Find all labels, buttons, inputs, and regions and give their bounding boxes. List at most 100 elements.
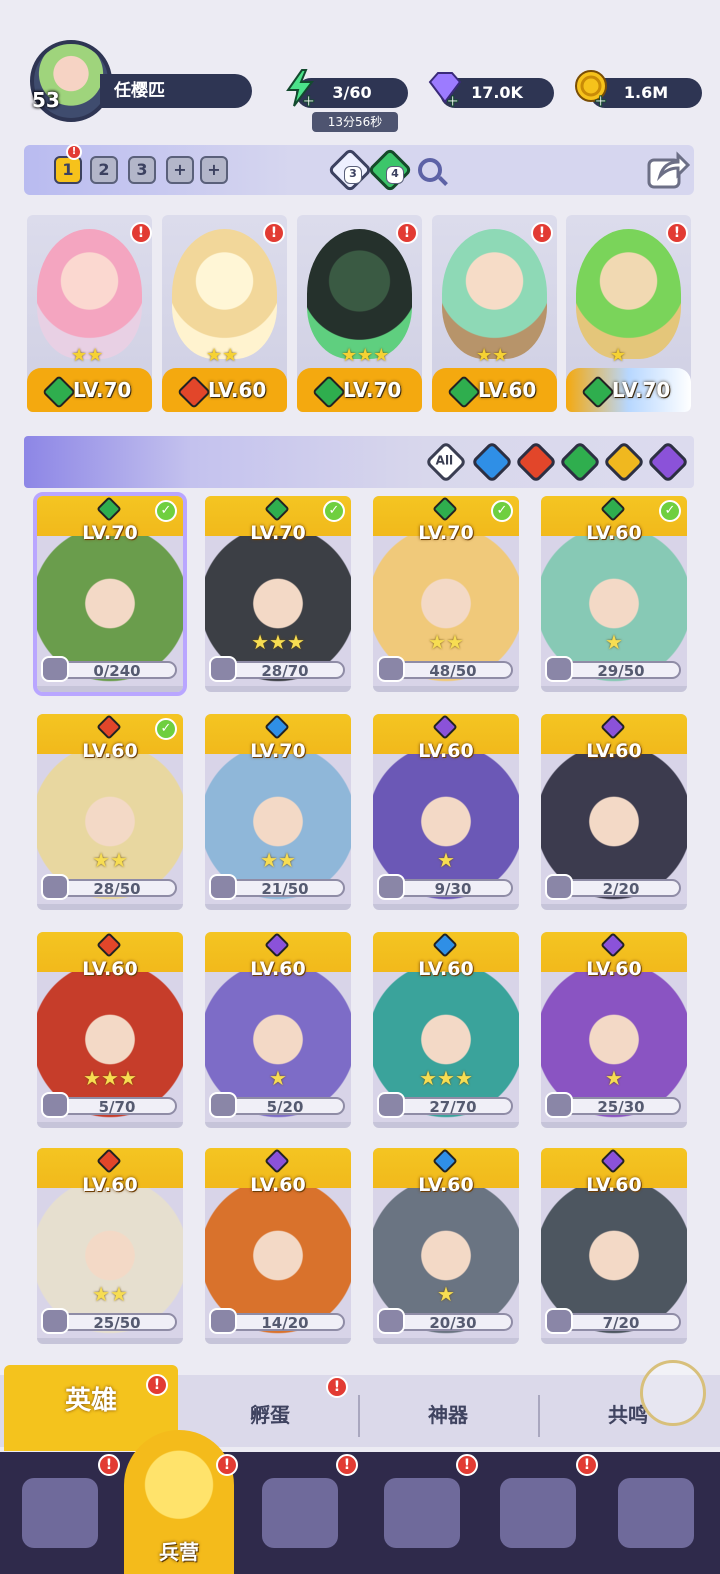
check-icon: ✓ — [323, 500, 345, 522]
star-rating: ★★★ — [251, 632, 305, 654]
hero-level: LV.60 — [208, 378, 267, 402]
hero-card[interactable]: LV.60 ★ 20/30 — [373, 1148, 519, 1344]
hero-card[interactable]: ✓ LV.60 ★ 29/50 — [541, 496, 687, 692]
hero-level: LV.60 — [586, 1174, 642, 1196]
team-count-b: 4 — [386, 166, 404, 184]
shard-count: 21/50 — [261, 880, 309, 898]
team-count-a: 3 — [344, 166, 362, 184]
check-icon: ✓ — [491, 500, 513, 522]
hero-card[interactable]: ✓ LV.70 ★★★ 28/70 — [205, 496, 351, 692]
tab-artifacts[interactable]: 神器 — [360, 1375, 536, 1447]
star-rating: ★ — [610, 345, 627, 365]
hero-level: LV.60 — [250, 958, 306, 980]
shard-progress: 48/50 — [377, 656, 515, 682]
shard-progress: 21/50 — [209, 874, 347, 900]
hero-card[interactable]: LV.60 2/20 — [541, 714, 687, 910]
star-rating: ★★ — [260, 850, 296, 872]
coin-icon[interactable]: + — [572, 68, 612, 108]
tab-hatch-alert: ! — [326, 1376, 348, 1398]
hero-card[interactable]: LV.60 ★ 5/20 — [205, 932, 351, 1128]
shard-progress: 28/50 — [41, 874, 179, 900]
hero-level: LV.60 — [250, 1174, 306, 1196]
hero-level: LV.60 — [586, 740, 642, 762]
team-tab-3[interactable]: 3 — [128, 156, 156, 184]
nav-guild-icon[interactable] — [618, 1478, 694, 1548]
hero-card[interactable]: LV.60 ★ 25/30 — [541, 932, 687, 1128]
star-rating: ★★ — [92, 850, 128, 872]
team-tab-2[interactable]: 2 — [90, 156, 118, 184]
shard-progress: 0/240 — [41, 656, 179, 682]
alert-badge: ! — [263, 222, 285, 244]
hero-level: LV.60 — [586, 522, 642, 544]
team-slot-4[interactable]: ★★ LV.60 — [432, 215, 557, 412]
star-rating: ★ — [269, 1068, 287, 1090]
hero-level: LV.60 — [418, 958, 474, 980]
team-slot-2[interactable]: ★★ LV.60 — [162, 215, 287, 412]
hero-level: LV.60 — [418, 1174, 474, 1196]
hero-level: LV.70 — [250, 740, 306, 762]
tab-heroes-alert: ! — [146, 1374, 168, 1396]
nav-map-icon[interactable] — [262, 1478, 338, 1548]
star-rating: ★★ — [476, 345, 509, 365]
shard-progress: 28/70 — [209, 656, 347, 682]
star-rating: ★★ — [206, 345, 239, 365]
hero-card[interactable]: LV.60 ★★★ 5/70 — [37, 932, 183, 1128]
star-rating: ★ — [437, 1284, 455, 1306]
team-tab-add-1[interactable]: + — [166, 156, 194, 184]
nav-castle-icon[interactable] — [384, 1478, 460, 1548]
hero-card[interactable]: LV.70 ★★ 21/50 — [205, 714, 351, 910]
star-rating: ★ — [605, 1068, 623, 1090]
hero-level: LV.70 — [343, 378, 402, 402]
hero-card[interactable]: LV.60 ★★ 25/50 — [37, 1148, 183, 1344]
hero-card[interactable]: LV.60 ★ 9/30 — [373, 714, 519, 910]
svg-text:+: + — [302, 91, 315, 108]
shard-count: 7/20 — [602, 1314, 640, 1332]
share-icon[interactable] — [646, 150, 690, 190]
alert-badge: ! — [666, 222, 688, 244]
shard-count: 28/50 — [93, 880, 141, 898]
player-name: 任樱匹 — [100, 74, 252, 108]
team-slot-5[interactable]: ★ LV.70 — [566, 215, 691, 412]
hero-portrait — [37, 229, 142, 359]
star-rating: ★ — [605, 632, 623, 654]
hero-portrait — [172, 229, 277, 359]
hero-card[interactable]: LV.60 7/20 — [541, 1148, 687, 1344]
hero-card[interactable]: ✓ LV.70 ★★ 48/50 — [373, 496, 519, 692]
hero-level: LV.70 — [612, 378, 671, 402]
hero-card[interactable]: LV.60 14/20 — [205, 1148, 351, 1344]
search-icon[interactable] — [418, 158, 442, 182]
hero-level: LV.60 — [478, 378, 537, 402]
team-slot-3[interactable]: ★★★ LV.70 — [297, 215, 422, 412]
hero-portrait — [307, 229, 412, 359]
hero-level: LV.70 — [418, 522, 474, 544]
hero-level: LV.70 — [73, 378, 132, 402]
team-slot-1[interactable]: ★★ LV.70 — [27, 215, 152, 412]
player-level: 53 — [32, 88, 60, 112]
shard-progress: 5/70 — [41, 1092, 179, 1118]
hero-level: LV.60 — [82, 740, 138, 762]
nav-cards-icon[interactable] — [22, 1478, 98, 1548]
team-tab-add-2[interactable]: + — [200, 156, 228, 184]
star-rating: ★★★ — [419, 1068, 473, 1090]
floating-ring-button[interactable] — [640, 1360, 706, 1426]
alert-badge: ! — [130, 222, 152, 244]
hero-portrait — [576, 229, 681, 359]
hero-level: LV.60 — [82, 1174, 138, 1196]
nav-alert-badge: ! — [576, 1454, 598, 1476]
hero-card[interactable]: ✓ LV.70 0/240 — [33, 492, 187, 696]
hero-level: LV.60 — [418, 740, 474, 762]
filter-all-label: All — [435, 453, 454, 468]
star-rating: ★★ — [428, 632, 464, 654]
nav-shop-icon[interactable] — [500, 1478, 576, 1548]
shard-count: 48/50 — [429, 662, 477, 680]
hero-card[interactable]: ✓ LV.60 ★★ 28/50 — [37, 714, 183, 910]
energy-timer: 13分56秒 — [312, 112, 398, 132]
shard-progress: 20/30 — [377, 1308, 515, 1334]
shard-count: 27/70 — [429, 1098, 477, 1116]
hero-portrait — [442, 229, 547, 359]
star-rating: ★★★ — [341, 345, 390, 365]
team-tab-1[interactable]: 1 — [54, 156, 82, 184]
lightning-icon[interactable]: + — [280, 68, 320, 108]
diamond-icon[interactable]: + — [424, 68, 464, 108]
hero-card[interactable]: LV.60 ★★★ 27/70 — [373, 932, 519, 1128]
